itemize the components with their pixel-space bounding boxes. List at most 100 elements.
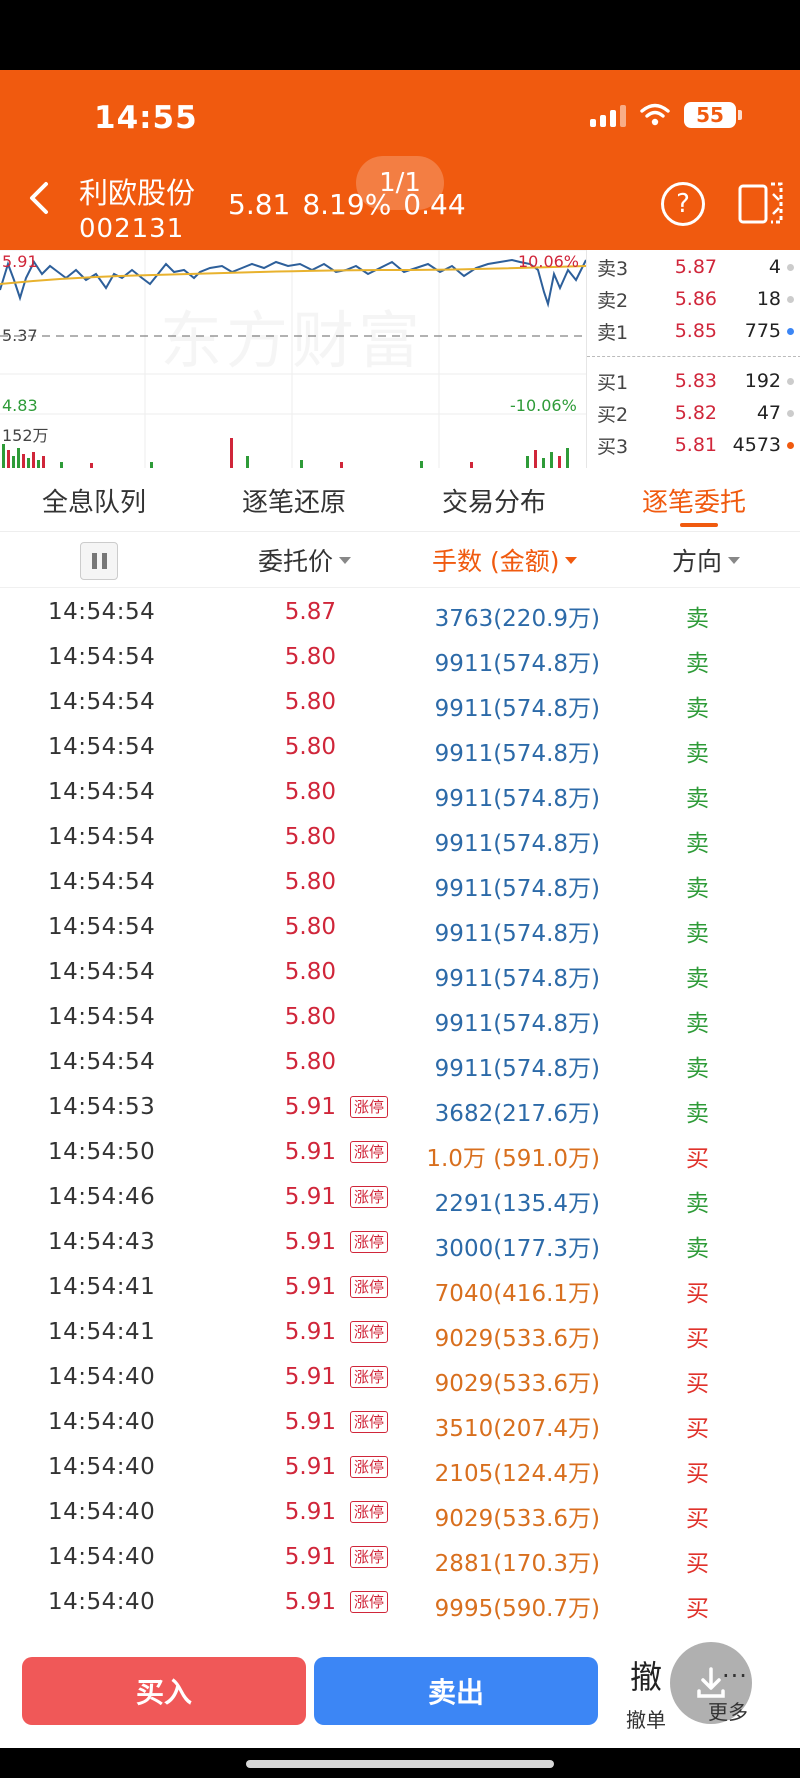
tick-row[interactable]: 14:54:54 5.87 3763(220.9万) 卖 [0,590,800,635]
page-indicator[interactable]: 1/1 [356,156,444,210]
tick-row[interactable]: 14:54:54 5.80 9911(574.8万) 卖 [0,905,800,950]
tick-row[interactable]: 14:54:54 5.80 9911(574.8万) 卖 [0,815,800,860]
tick-row[interactable]: 14:54:40 5.91 涨停 9995(590.7万) 买 [0,1580,800,1625]
tick-direction: 买 [686,1281,709,1307]
tick-row[interactable]: 14:54:41 5.91 涨停 9029(533.6万) 买 [0,1310,800,1355]
tab-tick-orders[interactable]: 逐笔委托 [642,482,746,519]
cancel-glyph: 撤 [629,1658,662,1696]
tick-volume: 9911(574.8万) [434,651,600,677]
sell-button[interactable]: 卖出 [314,1657,598,1725]
ob-dot [787,377,794,385]
tick-order-list[interactable]: 14:54:54 5.87 3763(220.9万) 卖 14:54:54 5.80 991… [0,588,800,1632]
tick-row[interactable]: 14:54:54 5.80 9911(574.8万) 卖 [0,860,800,905]
tick-price: 5.80 [284,644,336,670]
sort-direction[interactable]: 方向 [672,542,741,578]
tick-time: 14:54:54 [48,824,156,850]
tick-time: 14:54:46 [48,1184,156,1210]
tick-price: 5.80 [284,959,336,985]
tick-price: 5.80 [284,869,336,895]
tick-time: 14:54:40 [48,1544,156,1570]
status-time: 14:55 [94,100,198,136]
bid-row[interactable]: 买3 5.81 4573 [597,430,797,460]
tick-row[interactable]: 14:54:54 5.80 9911(574.8万) 卖 [0,950,800,995]
tick-price: 5.91 [284,1364,336,1390]
limit-up-badge: 涨停 [350,1501,389,1523]
tick-row[interactable]: 14:54:50 5.91 涨停 1.0万 (591.0万) 买 [0,1130,800,1175]
tick-price: 5.80 [284,1049,336,1075]
tick-row[interactable]: 14:54:40 5.91 涨停 2105(124.4万) 买 [0,1445,800,1490]
tick-row[interactable]: 14:54:54 5.80 9911(574.8万) 卖 [0,680,800,725]
ask-row[interactable]: 卖1 5.85 775 [597,316,797,346]
tick-row[interactable]: 14:54:54 5.80 9911(574.8万) 卖 [0,770,800,815]
tick-row[interactable]: 14:54:46 5.91 涨停 2291(135.4万) 卖 [0,1175,800,1220]
tick-direction: 卖 [686,1101,709,1127]
more-button[interactable]: 更多 [708,1696,748,1725]
tick-row[interactable]: 14:54:54 5.80 9911(574.8万) 卖 [0,635,800,680]
sort-volume[interactable]: 手数 (金额) [432,542,578,578]
tab-full-queue[interactable]: 全息队列 [42,482,146,519]
tick-row[interactable]: 14:54:40 5.91 涨停 3510(207.4万) 买 [0,1400,800,1445]
tick-time: 14:54:41 [48,1319,156,1345]
tab-trade-distribution[interactable]: 交易分布 [442,482,546,519]
tick-volume: 3763(220.9万) [434,606,600,632]
sort-price[interactable]: 委托价 [258,542,352,578]
tick-volume: 2881(170.3万) [434,1551,600,1577]
detail-tabs: 全息队列 逐笔还原 交易分布 逐笔委托 [0,468,800,532]
help-icon[interactable]: ? [661,182,705,226]
tick-price: 5.80 [284,1004,336,1030]
tick-row[interactable]: 14:54:53 5.91 涨停 3682(217.6万) 卖 [0,1085,800,1130]
tab-tick-restore[interactable]: 逐笔还原 [242,482,346,519]
limit-up-badge: 涨停 [350,1096,389,1118]
tick-row[interactable]: 14:54:54 5.80 9911(574.8万) 卖 [0,1040,800,1085]
pause-button[interactable] [80,542,118,580]
tick-price: 5.91 [284,1094,336,1120]
tick-row[interactable]: 14:54:43 5.91 涨停 3000(177.3万) 卖 [0,1220,800,1265]
tick-row[interactable]: 14:54:40 5.91 涨停 2881(170.3万) 买 [0,1535,800,1580]
tick-row[interactable]: 14:54:54 5.80 9911(574.8万) 卖 [0,725,800,770]
ob-dot [787,409,794,417]
tick-time: 14:54:53 [48,1094,156,1120]
tick-row[interactable]: 14:54:40 5.91 涨停 9029(533.6万) 买 [0,1490,800,1535]
wifi-icon [640,103,670,126]
chart-low-pct: -10.06% [510,396,577,415]
watermark: 东方财富 [160,290,424,380]
tick-volume: 9911(574.8万) [434,696,600,722]
more-dots-icon[interactable]: ··· [722,1662,748,1690]
column-header: 委托价 手数 (金额) 方向 [0,532,800,588]
tick-time: 14:54:40 [48,1454,156,1480]
limit-up-badge: 涨停 [350,1321,389,1343]
tick-volume: 9029(533.6万) [434,1506,600,1532]
intraday-chart[interactable]: 东方财富 5.91 5.37 4.83 10.06% -10.06% 152万 … [0,250,800,468]
cancel-order-button[interactable]: 撤 撤单 [622,1652,670,1733]
home-indicator[interactable] [246,1760,554,1768]
tick-direction: 买 [686,1596,709,1622]
tick-price: 5.91 [284,1454,336,1480]
tick-volume: 9995(590.7万) [434,1596,600,1622]
buy-button[interactable]: 买入 [22,1657,306,1725]
chart-top-pct: 10.06% [518,252,580,271]
ask-row[interactable]: 卖3 5.87 4 [597,252,797,282]
volume-bars [2,438,569,468]
tick-time: 14:54:54 [48,869,156,895]
tick-row[interactable]: 14:54:41 5.91 涨停 7040(416.1万) 买 [0,1265,800,1310]
tick-row[interactable]: 14:54:54 5.80 9911(574.8万) 卖 [0,995,800,1040]
limit-up-badge: 涨停 [350,1366,389,1388]
ask-row[interactable]: 卖2 5.86 18 [597,284,797,314]
chart-top-price: 5.91 [2,252,38,271]
tick-time: 14:54:40 [48,1409,156,1435]
tick-volume: 2105(124.4万) [434,1461,600,1487]
tick-direction: 卖 [686,651,709,677]
tick-direction: 买 [686,1371,709,1397]
signal-icon [590,103,626,127]
landscape-toggle-icon[interactable] [737,180,785,226]
bid-row[interactable]: 买2 5.82 47 [597,398,797,428]
tick-price: 5.91 [284,1184,336,1210]
caret-down-icon [728,556,741,564]
tick-time: 14:54:43 [48,1229,156,1255]
bid-row[interactable]: 买1 5.83 192 [597,366,797,396]
tick-price: 5.91 [284,1544,336,1570]
tick-direction: 买 [686,1551,709,1577]
active-tab-underline [680,523,718,527]
tick-row[interactable]: 14:54:40 5.91 涨停 9029(533.6万) 买 [0,1355,800,1400]
back-icon[interactable] [22,180,58,216]
